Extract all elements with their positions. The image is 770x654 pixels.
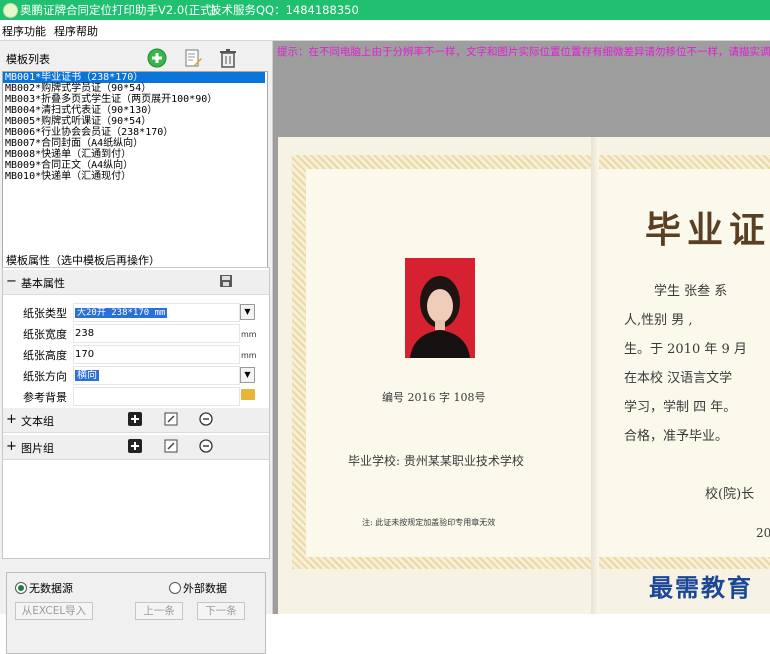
menu-bar: 程序功能 程序帮助 — [0, 20, 770, 41]
cert-line-major[interactable]: 在本校 汉语言文学 — [624, 367, 732, 386]
template-item-selected[interactable]: MB001*毕业证书（238*170） — [3, 72, 265, 83]
paper-type-row: 纸张类型 大20开 238*170 mm ▼ — [3, 301, 269, 322]
template-item[interactable]: MB002*购牌式学员证（90*54） — [3, 83, 267, 94]
paper-width-field[interactable]: 238 — [73, 324, 240, 343]
template-item[interactable]: MB008*快递单（汇通到付） — [3, 149, 267, 160]
radio-no-datasource[interactable] — [15, 582, 27, 594]
template-item[interactable]: MB004*清扫式代表证（90*130） — [3, 105, 267, 116]
certificate-number[interactable]: 编号 2016 字 108号 — [382, 389, 485, 405]
paper-direction-select[interactable]: 横向 — [73, 366, 240, 385]
certificate-note: 注: 此证未按规定加盖验印专用章无效 — [362, 518, 496, 527]
basic-properties-label: 基本属性 — [21, 277, 65, 290]
template-item[interactable]: MB006*行业协会会员证（238*170） — [3, 127, 267, 138]
basic-properties-group[interactable]: − 基本属性 — [3, 270, 269, 295]
background-row: 参考背景 — [3, 385, 269, 406]
background-label: 参考背景 — [23, 391, 67, 404]
print-preview-canvas[interactable]: 提示：在不同电脑上由于分辨率不一样，文字和图片实际位置位置存有细微差异请勿移位不… — [273, 41, 770, 614]
watermark-logo: 最需教育 — [649, 573, 753, 602]
radio-external-data-label: 外部数据 — [183, 582, 227, 595]
background-field[interactable] — [73, 387, 240, 406]
prev-record-button[interactable]: 上一条 — [135, 602, 183, 620]
template-item[interactable]: MB003*折叠多页式学生证（两页展开100*90） — [3, 94, 267, 105]
certificate-school[interactable]: 毕业学校: 贵州某某职业技术学校 — [348, 452, 524, 469]
paper-height-field[interactable]: 170 — [73, 345, 240, 364]
template-item[interactable]: MB010*快递单（汇通现付） — [3, 171, 267, 182]
paper-type-select[interactable]: 大20开 238*170 mm — [73, 303, 240, 322]
text-group-label: 文本组 — [21, 415, 54, 428]
menu-program-functions[interactable]: 程序功能 — [2, 23, 46, 39]
cert-line-years[interactable]: 学习，学制 四 年。 — [624, 396, 736, 415]
left-panel: 模板列表 MB001*毕业证书（238*170） MB002*购牌式学员证（90… — [0, 41, 273, 654]
paper-height-label: 纸张高度 — [23, 349, 67, 362]
cert-line-student[interactable]: 学生 张叁 系 — [654, 280, 727, 299]
cert-line-enroll[interactable]: 生。于 2010 年 9 月 — [624, 338, 747, 357]
add-text-icon[interactable] — [128, 412, 142, 426]
paper-width-unit: mm — [241, 330, 257, 339]
cert-line-president[interactable]: 校(院)长 — [705, 483, 754, 502]
paper-width-label: 纸张宽度 — [23, 328, 67, 341]
menu-program-help[interactable]: 程序帮助 — [54, 23, 98, 39]
next-record-button[interactable]: 下一条 — [197, 602, 245, 620]
paper-direction-label: 纸张方向 — [23, 370, 67, 383]
template-item[interactable]: MB007*合同封面（A4纸纵向） — [3, 138, 267, 149]
delete-template-icon[interactable] — [218, 48, 238, 68]
collapse-toggle[interactable]: − — [6, 274, 17, 289]
template-item[interactable]: MB009*合同正文（A4纵向） — [3, 160, 267, 171]
student-photo[interactable] — [405, 258, 475, 358]
data-source-panel: 无数据源 外部数据 从EXCEL导入 上一条 下一条 — [6, 572, 266, 654]
paper-width-row: 纸张宽度 238 mm — [3, 322, 269, 343]
edit-text-icon[interactable] — [164, 412, 178, 426]
cert-line-year[interactable]: 20 — [756, 526, 770, 540]
remove-image-icon[interactable] — [199, 439, 213, 453]
paper-height-unit: mm — [241, 351, 257, 360]
save-icon[interactable] — [219, 274, 233, 288]
properties-grid: − 基本属性 纸张类型 大20开 238*170 mm ▼ 纸张宽度 238 m… — [2, 267, 270, 559]
position-hint: 提示：在不同电脑上由于分辨率不一样，文字和图片实际位置位置存有细微差异请勿移位不… — [277, 46, 770, 58]
cert-line-graduate[interactable]: 合格，准予毕业。 — [624, 425, 728, 444]
radio-external-data[interactable] — [169, 582, 181, 594]
image-group-label: 图片组 — [21, 442, 54, 455]
import-excel-button[interactable]: 从EXCEL导入 — [15, 602, 93, 620]
folder-icon[interactable] — [241, 389, 255, 400]
add-image-icon[interactable] — [128, 439, 142, 453]
cert-line-gender[interactable]: 人,性别 男 , — [624, 309, 693, 328]
certificate-fold — [591, 137, 599, 614]
edit-template-icon[interactable] — [183, 48, 203, 68]
expand-toggle[interactable]: + — [6, 439, 17, 454]
add-template-icon[interactable] — [147, 48, 167, 68]
app-icon — [3, 3, 18, 18]
properties-title: 模板属性（选中模板后再操作） — [6, 254, 160, 267]
template-item[interactable]: MB005*购牌式听课证（90*54） — [3, 116, 267, 127]
certificate-title[interactable]: 毕业证 — [645, 201, 770, 253]
text-group[interactable]: + 文本组 — [3, 408, 269, 433]
template-list-title: 模板列表 — [6, 53, 50, 66]
image-group[interactable]: + 图片组 — [3, 435, 269, 460]
paper-type-label: 纸张类型 — [23, 307, 67, 320]
support-qq: 技术服务QQ：1484188350 — [210, 3, 359, 17]
remove-text-icon[interactable] — [199, 412, 213, 426]
chevron-down-icon[interactable]: ▼ — [240, 304, 255, 320]
radio-no-datasource-label: 无数据源 — [29, 582, 73, 595]
paper-height-row: 纸张高度 170 mm — [3, 343, 269, 364]
edit-image-icon[interactable] — [164, 439, 178, 453]
expand-toggle[interactable]: + — [6, 412, 17, 427]
window-title: 奥鹏证牌合同定位打印助手V2.0(正式) — [20, 3, 217, 17]
chevron-down-icon[interactable]: ▼ — [240, 367, 255, 383]
title-bar: 奥鹏证牌合同定位打印助手V2.0(正式) 技术服务QQ：1484188350 — [0, 0, 770, 20]
paper-direction-row: 纸张方向 横向 ▼ — [3, 364, 269, 385]
